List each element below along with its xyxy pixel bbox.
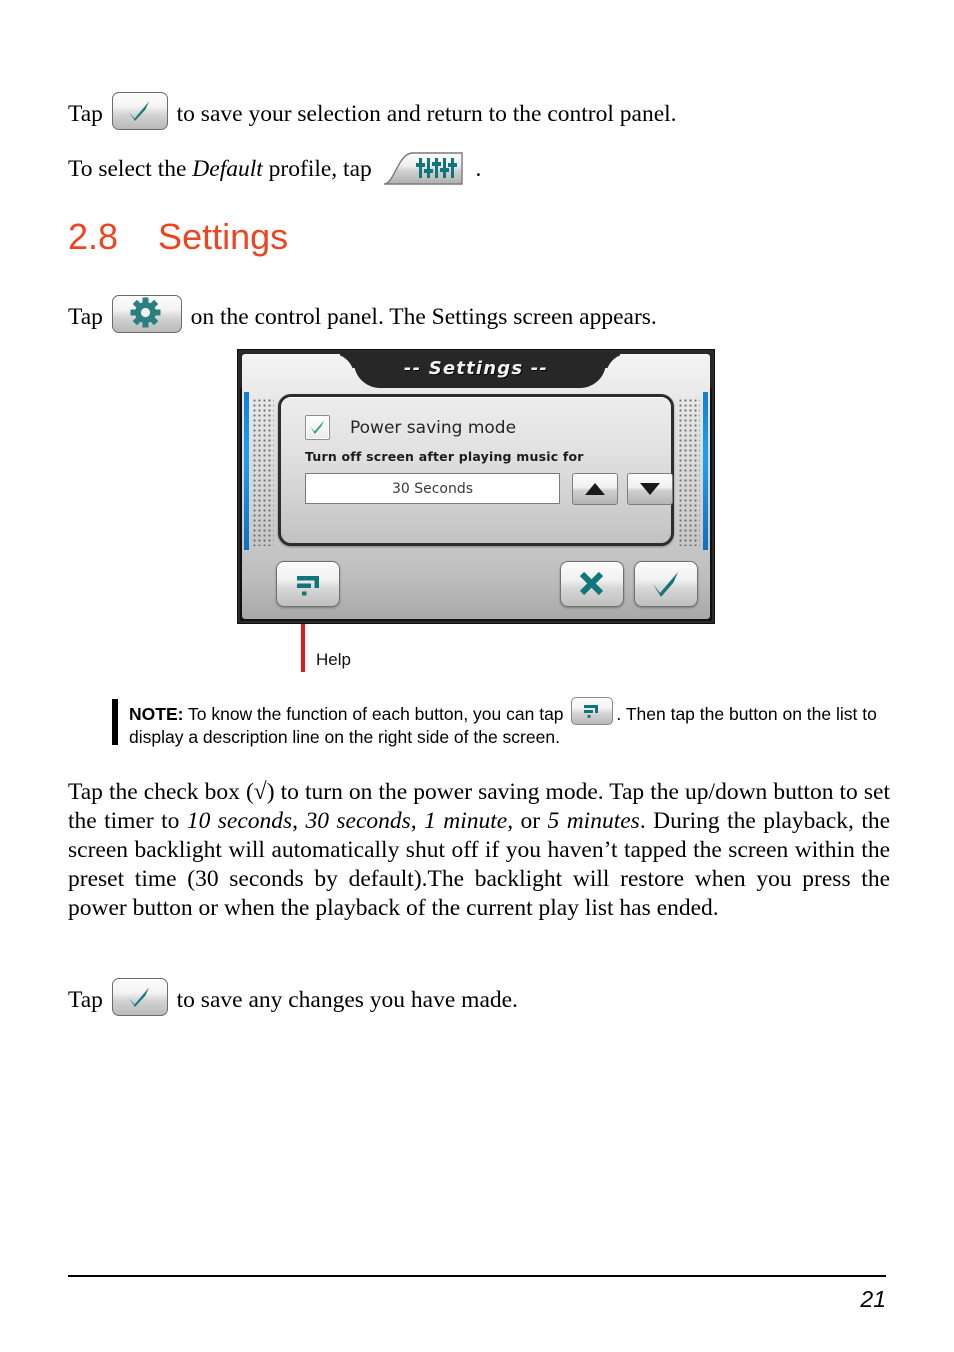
page-title: 2.8 Settings xyxy=(68,216,289,257)
sep-1: , xyxy=(292,808,306,834)
timer-option-4: 5 minutes xyxy=(547,808,640,834)
power-saving-label: Power saving mode xyxy=(350,417,517,438)
check-icon xyxy=(111,978,168,1016)
timer-increment-button[interactable] xyxy=(572,473,618,505)
body-paragraph: Tap the check box (√) to turn on the pow… xyxy=(68,778,890,923)
default-profile-name: Default xyxy=(192,156,263,182)
ok-button[interactable] xyxy=(634,561,698,607)
device-title: -- Settings -- xyxy=(403,358,549,379)
note-text-part1: To know the function of each button, you… xyxy=(188,704,564,724)
power-saving-checkbox[interactable] xyxy=(305,415,330,440)
closing-paragraph: Tap to save any changes you have made. xyxy=(68,978,888,1016)
intro-text-after: to save your selection and return to the… xyxy=(176,101,677,127)
timer-description-label: Turn off screen after playing music for xyxy=(305,449,584,464)
section-intro-paragraph: Tap on the control panel. The Settings s… xyxy=(68,295,888,333)
timer-option-1: 10 seconds xyxy=(186,808,293,834)
settings-device-screenshot: -- Settings -- Power saving mode Turn of… xyxy=(237,349,715,624)
accent-strip-left xyxy=(244,392,249,550)
note-block: NOTE: To know the function of each butto… xyxy=(112,697,887,749)
intro2-text-mid: profile, tap xyxy=(268,156,372,182)
section-intro-before: Tap xyxy=(68,304,103,330)
cancel-button[interactable] xyxy=(560,561,624,607)
document-page: Tap to save your selection and return to… xyxy=(0,0,954,1352)
section-intro-after: on the control panel. The Settings scree… xyxy=(190,304,657,330)
check-icon xyxy=(111,92,168,130)
note-accent-bar xyxy=(112,699,118,745)
power-saving-checkbox-row[interactable]: Power saving mode xyxy=(305,415,516,440)
callout-label-help: Help xyxy=(316,650,351,669)
help-button[interactable] xyxy=(276,561,340,607)
note-text: NOTE: To know the function of each butto… xyxy=(129,697,887,749)
callout-leader-line xyxy=(301,624,305,672)
speaker-grille-right xyxy=(678,398,700,546)
triangle-up-icon xyxy=(585,483,605,495)
sep-2: , xyxy=(410,808,425,834)
device-inner-frame: -- Settings -- Power saving mode Turn of… xyxy=(240,352,712,621)
sep-3: , or xyxy=(507,808,548,834)
intro2-text-before: To select the xyxy=(68,156,187,182)
settings-content-card: Power saving mode Turn off screen after … xyxy=(278,394,674,546)
timer-option-3: 1 minute xyxy=(424,808,508,834)
closing-text-before: Tap xyxy=(68,987,103,1013)
triangle-down-icon xyxy=(640,483,660,495)
gear-icon xyxy=(111,295,182,333)
equalizer-profile-icon xyxy=(382,148,466,188)
intro-paragraph-1: Tap to save your selection and return to… xyxy=(68,92,888,130)
timer-option-2: 30 seconds xyxy=(305,808,411,834)
intro-text-before: Tap xyxy=(68,101,103,127)
accent-strip-right xyxy=(703,392,708,550)
timer-decrement-button[interactable] xyxy=(627,473,673,505)
speaker-grille-left xyxy=(252,398,274,546)
page-number: 21 xyxy=(860,1286,886,1312)
timer-value-field[interactable]: 30 Seconds xyxy=(305,473,560,504)
footer-divider xyxy=(68,1275,886,1277)
device-toolbar xyxy=(244,557,708,615)
intro-paragraph-2: To select the Default profile, tap . xyxy=(68,148,888,188)
closing-text-after: to save any changes you have made. xyxy=(176,987,518,1013)
intro2-text-after: . xyxy=(475,156,482,182)
help-question-icon xyxy=(571,697,614,725)
note-label: NOTE: xyxy=(129,704,184,724)
